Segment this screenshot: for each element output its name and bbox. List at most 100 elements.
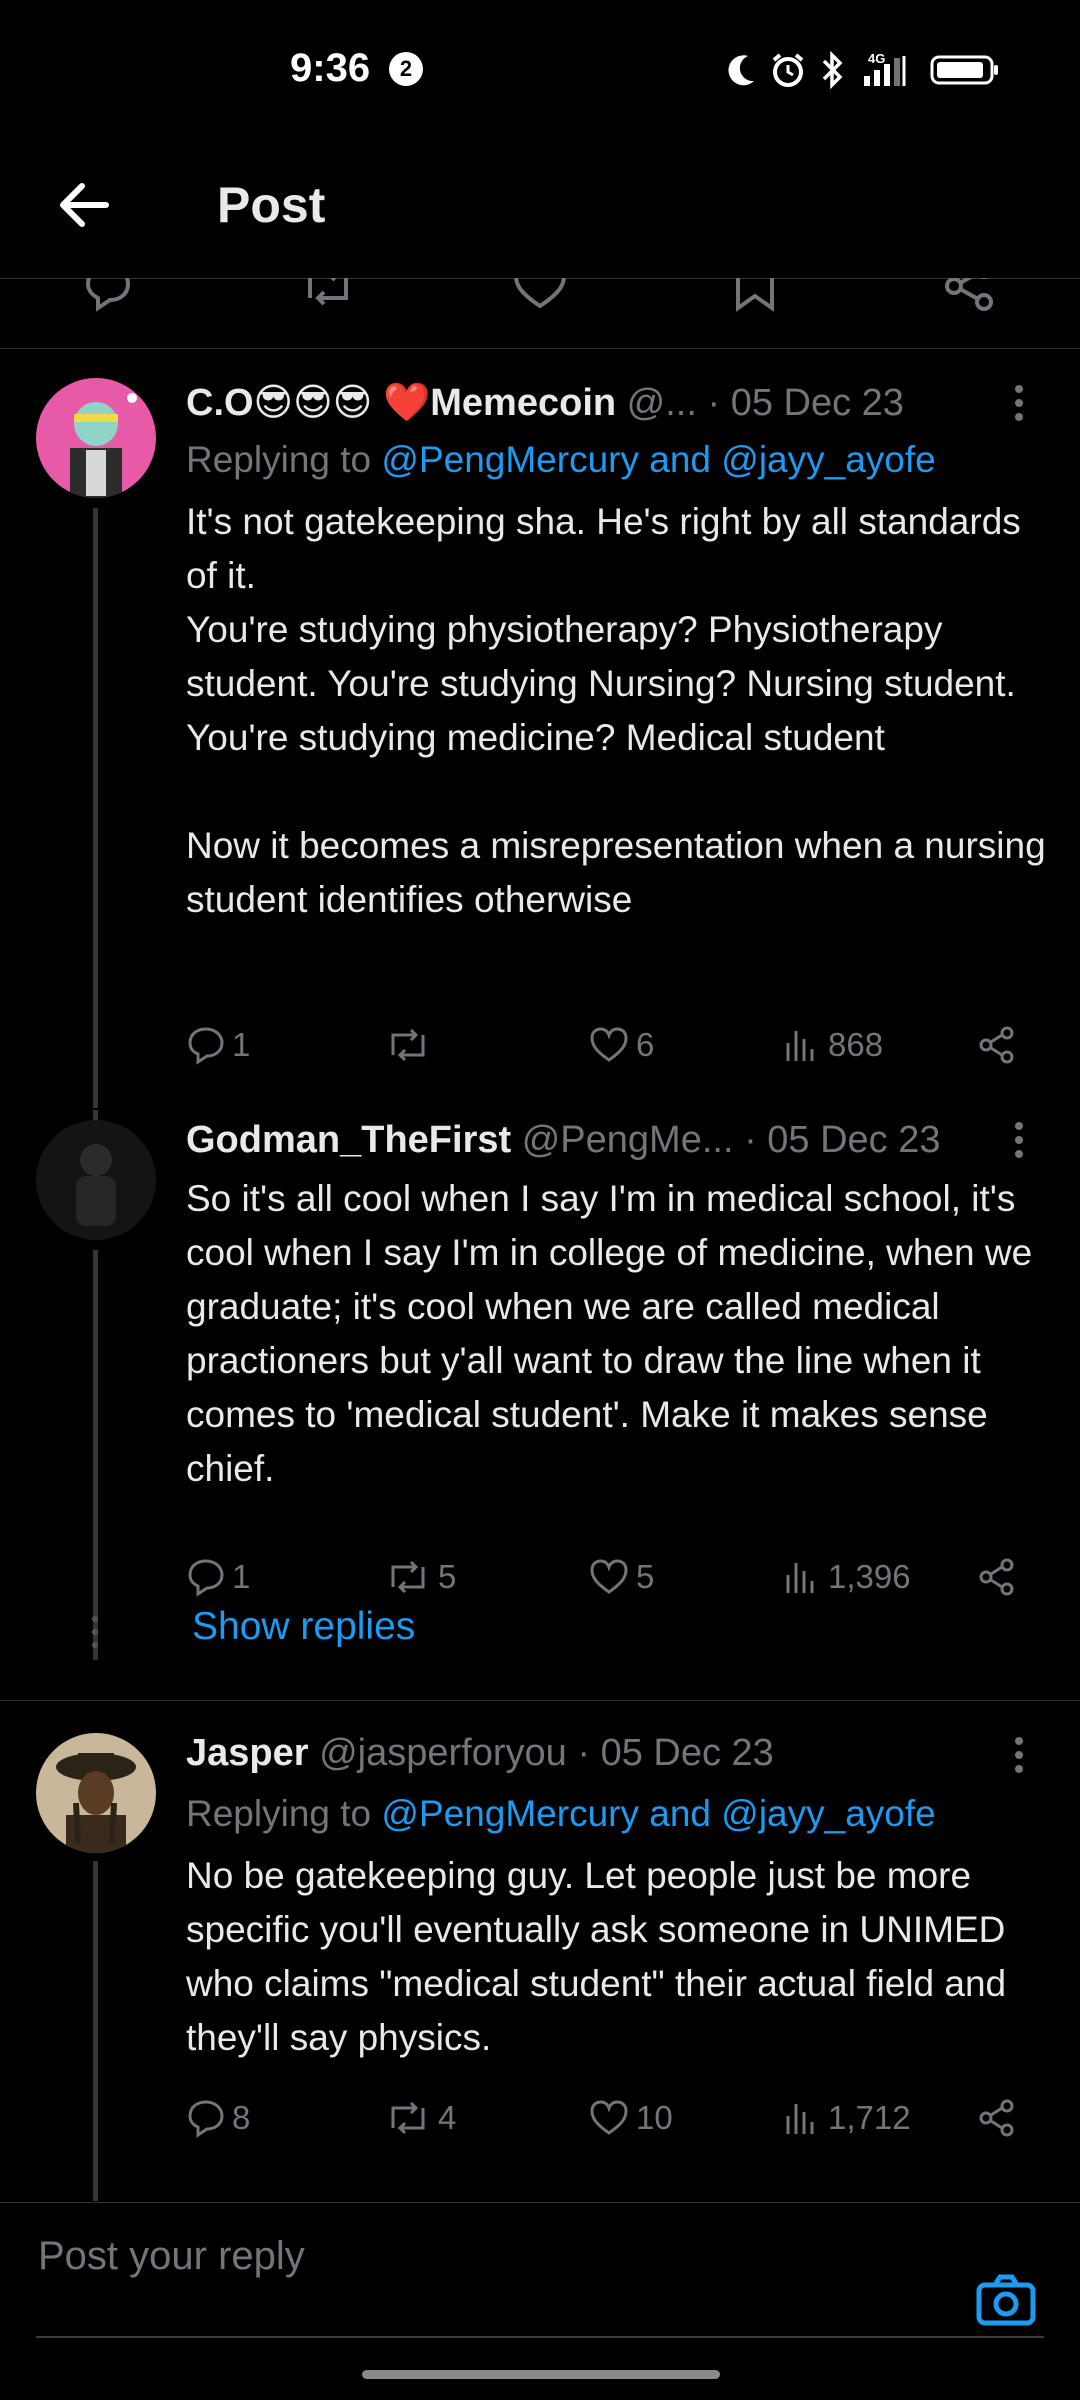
reply-header: Jasper @jasperforyou · 05 Dec 23 xyxy=(186,1725,986,1781)
battery-icon xyxy=(930,55,998,85)
thread-line xyxy=(93,1250,98,1660)
action-row: 1 6 868 xyxy=(186,1015,1046,1075)
user-handle[interactable]: @jasperforyou xyxy=(319,1732,567,1774)
repost-action[interactable]: 5 xyxy=(384,1547,456,1607)
like-count: 10 xyxy=(636,2099,673,2136)
share-nodes-icon[interactable] xyxy=(940,278,1000,314)
replying-to: Replying to @PengMercury and @jayy_ayofe xyxy=(186,1786,936,1842)
bar-chart-icon xyxy=(786,2104,814,2134)
alarm-icon xyxy=(772,53,804,87)
bar-chart-icon xyxy=(786,1563,814,1593)
network-label: 4G xyxy=(868,51,885,66)
repost-count: 5 xyxy=(438,1558,457,1595)
top-app-bar: Post xyxy=(0,150,1080,279)
thread-line xyxy=(93,508,98,1108)
speech-bubble-icon xyxy=(188,2100,224,2138)
reply-text: So it's all cool when I say I'm in medic… xyxy=(186,1178,1033,1489)
share-nodes-icon xyxy=(979,2099,1014,2137)
view-count: 1,712 xyxy=(828,2099,911,2136)
display-name[interactable]: Godman_TheFirst xyxy=(186,1119,511,1161)
bluetooth-icon xyxy=(822,51,843,89)
repost-arrows-icon[interactable] xyxy=(298,278,358,314)
thread-continue-dots-icon xyxy=(92,1616,98,1648)
avatar-image xyxy=(36,378,156,498)
reply-header: C.O😎😎😎 ❤️Memecoin @... · 05 Dec 23 xyxy=(186,375,986,431)
status-icons: 4G xyxy=(726,50,1000,90)
repost-action[interactable]: 4 xyxy=(384,2088,456,2148)
action-row: 1 5 5 1,396 xyxy=(186,1547,1046,1607)
repost-arrows-icon xyxy=(391,1028,425,1062)
views-action[interactable]: 1,712 xyxy=(782,2088,911,2148)
avatar[interactable] xyxy=(36,378,156,498)
repost-action[interactable] xyxy=(384,1015,438,1075)
status-bar: 9:36 2 4G xyxy=(0,0,1080,140)
reply-item[interactable]: Jasper @jasperforyou · 05 Dec 23 Replyin… xyxy=(0,1701,1080,2201)
user-handle[interactable]: @... xyxy=(627,382,697,424)
repost-arrows-icon xyxy=(391,1560,425,1594)
speech-bubble-icon[interactable] xyxy=(80,278,136,314)
heart-icon[interactable] xyxy=(510,278,570,314)
reply-count: 1 xyxy=(232,1026,251,1063)
speech-bubble-icon xyxy=(188,1027,224,1065)
reply-text: No be gatekeeping guy. Let people just b… xyxy=(186,1855,1007,2058)
home-indicator[interactable] xyxy=(362,2370,720,2379)
reply-count: 1 xyxy=(232,1558,251,1595)
replying-mentions[interactable]: @PengMercury and @jayy_ayofe xyxy=(381,1793,935,1834)
parent-post-actions xyxy=(0,278,1080,349)
like-action[interactable]: 10 xyxy=(588,2088,673,2148)
vertical-dots-icon[interactable] xyxy=(1004,375,1034,431)
reply-action[interactable]: 1 xyxy=(186,1015,250,1075)
like-action[interactable]: 6 xyxy=(588,1015,654,1075)
avatar[interactable] xyxy=(36,1120,156,1240)
share-action[interactable] xyxy=(976,1015,1018,1075)
views-action[interactable]: 1,396 xyxy=(782,1547,911,1607)
share-nodes-icon xyxy=(979,1558,1014,1596)
share-action[interactable] xyxy=(976,1547,1018,1607)
vertical-dots-icon[interactable] xyxy=(1004,1727,1034,1783)
share-nodes-icon xyxy=(979,1026,1014,1064)
reply-count: 8 xyxy=(232,2099,251,2136)
reply-item[interactable]: Godman_TheFirst @PengMe... · 05 Dec 23 S… xyxy=(0,1110,1080,1660)
replying-mentions[interactable]: @PengMercury and @jayy_ayofe xyxy=(381,439,935,480)
show-replies-link[interactable]: Show replies xyxy=(192,1605,415,1649)
action-row: 8 4 10 1,712 xyxy=(186,2088,1046,2148)
back-button[interactable] xyxy=(50,170,120,240)
reply-text: It's not gatekeeping sha. He's right by … xyxy=(186,501,1046,920)
heart-icon xyxy=(590,1027,628,1062)
display-name[interactable]: Jasper xyxy=(186,1732,309,1774)
like-action[interactable]: 5 xyxy=(588,1547,654,1607)
views-action[interactable]: 868 xyxy=(782,1015,883,1075)
replying-prefix: Replying to xyxy=(186,1793,382,1834)
like-count: 5 xyxy=(636,1558,655,1595)
arrow-left-icon xyxy=(60,183,109,227)
post-date: · 05 Dec 23 xyxy=(566,1732,774,1774)
signal-4g-icon: 4G xyxy=(864,51,906,86)
speech-bubble-icon xyxy=(188,1559,224,1597)
heart-icon xyxy=(590,2100,628,2135)
view-count: 868 xyxy=(828,1026,884,1063)
reply-header: Godman_TheFirst @PengMe... · 05 Dec 23 xyxy=(186,1112,986,1168)
share-action[interactable] xyxy=(976,2088,1018,2148)
reply-action[interactable]: 1 xyxy=(186,1547,250,1607)
replying-to: Replying to @PengMercury and @jayy_ayofe xyxy=(186,432,936,488)
reply-item[interactable]: C.O😎😎😎 ❤️Memecoin @... · 05 Dec 23 Reply… xyxy=(0,348,1080,1110)
avatar[interactable] xyxy=(36,1733,156,1853)
bookmark-icon[interactable] xyxy=(730,278,780,314)
vertical-dots-icon[interactable] xyxy=(1004,1112,1034,1168)
like-count: 6 xyxy=(636,1026,655,1063)
notification-count-badge: 2 xyxy=(389,52,423,86)
post-date: · 05 Dec 23 xyxy=(733,1119,941,1161)
reply-composer xyxy=(0,2202,1080,2343)
replying-prefix: Replying to xyxy=(186,439,382,480)
bar-chart-icon xyxy=(786,1031,814,1061)
reply-action[interactable]: 8 xyxy=(186,2088,250,2148)
repost-count: 4 xyxy=(438,2099,457,2136)
display-name[interactable]: C.O😎😎😎 ❤️Memecoin xyxy=(186,382,616,424)
heart-icon xyxy=(590,1559,628,1594)
camera-icon[interactable] xyxy=(975,2273,1037,2327)
post-date: · 05 Dec 23 xyxy=(696,382,904,424)
reply-input[interactable] xyxy=(36,2233,940,2280)
user-handle[interactable]: @PengMe... xyxy=(522,1119,734,1161)
avatar-image xyxy=(36,1733,156,1853)
thread-line xyxy=(93,1861,98,2201)
